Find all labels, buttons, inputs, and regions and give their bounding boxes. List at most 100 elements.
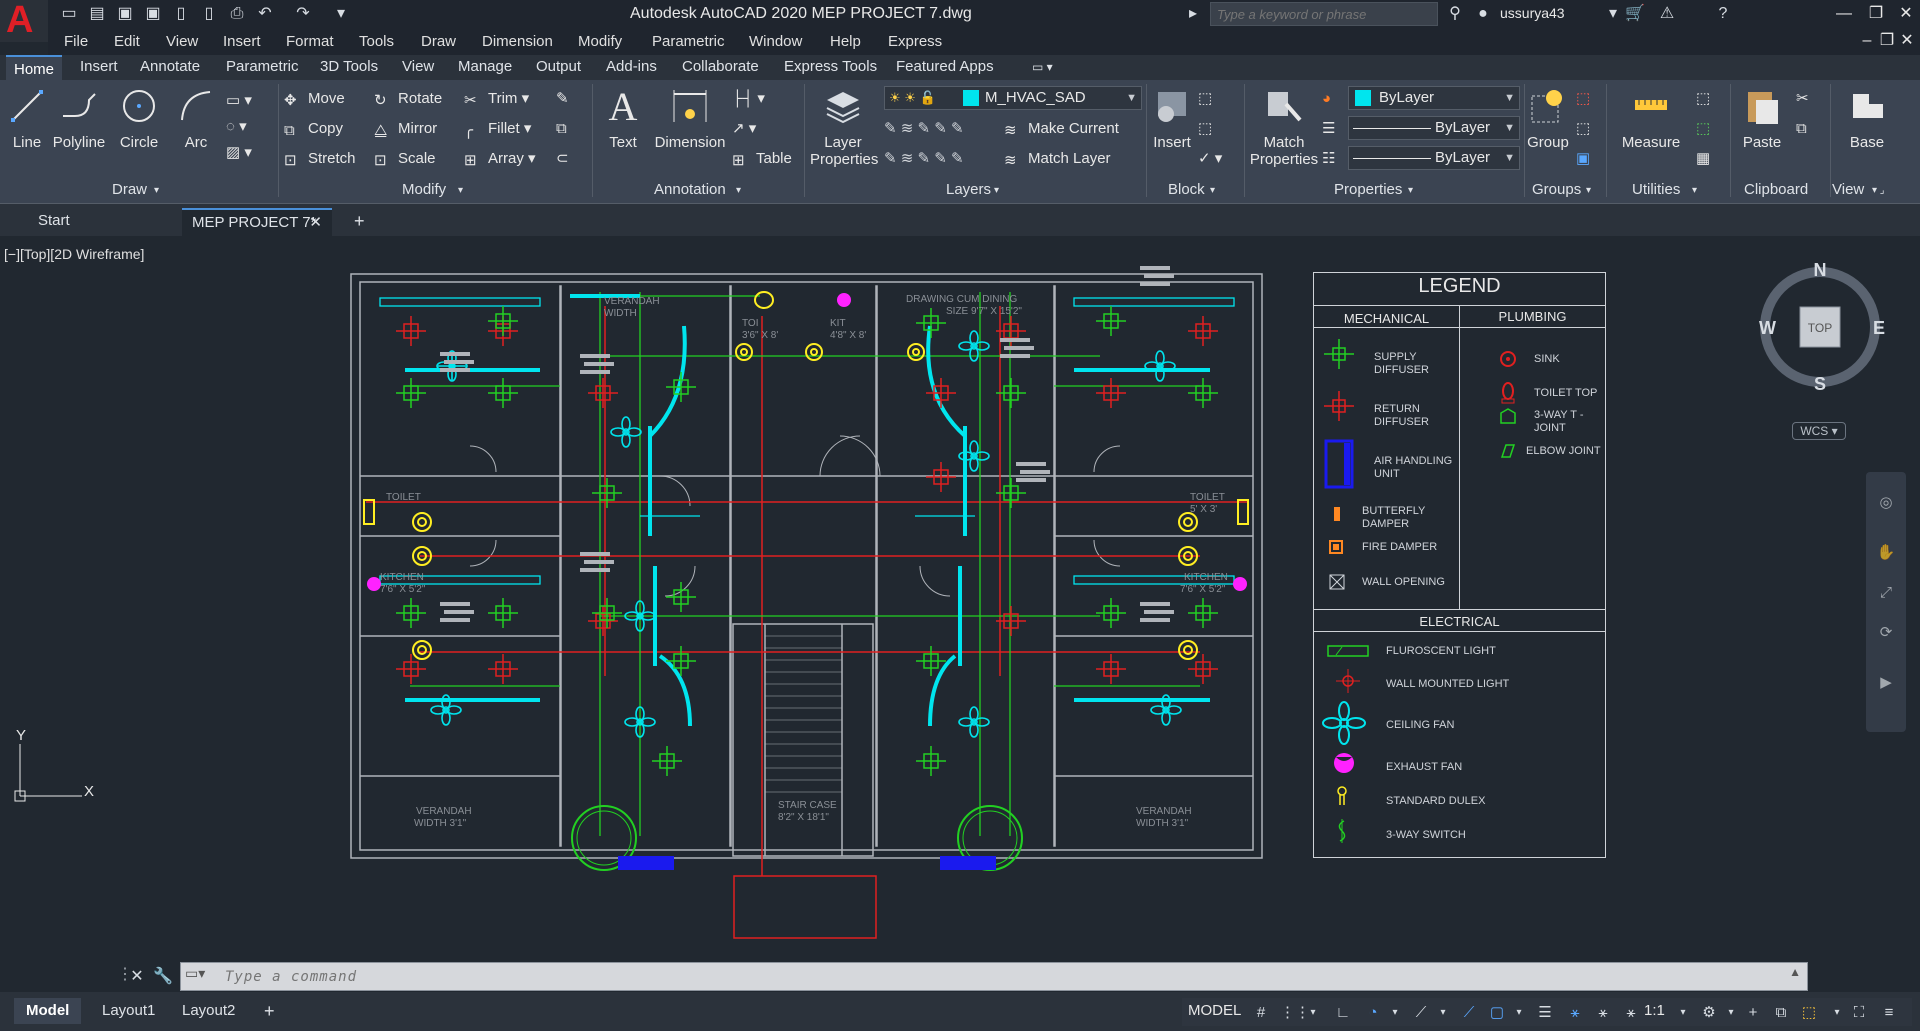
wcs-menu-button[interactable]: WCS ▾	[1792, 422, 1846, 440]
menu-insert[interactable]: Insert	[223, 33, 261, 50]
tab-start[interactable]: Start	[28, 208, 178, 236]
tab-express-tools[interactable]: Express Tools	[784, 58, 877, 75]
menu-tools[interactable]: Tools	[359, 33, 394, 50]
compass-s[interactable]: S	[1814, 374, 1826, 394]
groups-panel-title[interactable]: Groups	[1532, 181, 1581, 198]
ungroup-icon[interactable]: ⬚	[1576, 88, 1590, 110]
gradient-icon[interactable]: ▨ ▾	[226, 142, 252, 164]
make-current-button[interactable]: ≋ Make Current	[1004, 118, 1119, 140]
quick-access-dropdown-icon[interactable]: ▾	[330, 3, 352, 25]
orbit-icon[interactable]: ⟳	[1875, 622, 1897, 644]
layers-panel-title[interactable]: Layers	[946, 181, 991, 198]
customize-dropdown-icon[interactable]: ▾	[1826, 1002, 1848, 1024]
create-block-icon[interactable]: ⬚	[1198, 88, 1212, 110]
base-view-button[interactable]: Base	[1840, 86, 1894, 151]
command-expand-icon[interactable]: ▲	[1789, 965, 1801, 979]
binoculars-icon[interactable]: ⚲	[1444, 3, 1466, 25]
command-input[interactable]	[225, 963, 1725, 990]
lineweight-display-icon[interactable]: ☰	[1534, 1002, 1556, 1024]
isodraft-icon[interactable]: ⟋	[1410, 1002, 1432, 1024]
ortho-icon[interactable]: ∟	[1332, 1002, 1354, 1024]
stretch-button[interactable]: ⊡ Stretch	[284, 148, 356, 170]
view-panel-title[interactable]: View	[1832, 181, 1864, 198]
save-as-icon[interactable]: ▣	[142, 3, 164, 25]
utilities-panel-expand-icon[interactable]: ▾	[1692, 185, 1697, 196]
snap-icon[interactable]: ⋮⋮	[1280, 1002, 1310, 1024]
copy-clip-icon[interactable]: ⧉	[1796, 118, 1807, 140]
scale-dropdown-icon[interactable]: ▾	[1672, 1002, 1694, 1024]
menu-dimension[interactable]: Dimension	[482, 33, 553, 50]
object-snap-icon[interactable]: ▢	[1486, 1002, 1508, 1024]
search-box[interactable]	[1210, 2, 1438, 26]
command-customize-icon[interactable]: 🔧	[152, 966, 174, 988]
clipboard-panel-title[interactable]: Clipboard	[1744, 181, 1808, 198]
pan-icon[interactable]: ✋	[1875, 542, 1897, 564]
help-icon[interactable]: ?	[1712, 3, 1734, 25]
workspace-dropdown-icon[interactable]: ▾	[1720, 1002, 1742, 1024]
zoom-extents-icon[interactable]: ⤢	[1875, 582, 1897, 604]
a360-icon[interactable]: ⚠	[1656, 3, 1678, 25]
measure-button[interactable]: Measure	[1614, 86, 1688, 151]
polar-dropdown-icon[interactable]: ▾	[1384, 1002, 1406, 1024]
block-panel-title[interactable]: Block	[1168, 181, 1205, 198]
properties-panel-expand-icon[interactable]: ▾	[1408, 185, 1413, 196]
new-layout-icon[interactable]: +	[252, 998, 287, 1024]
group-select-icon[interactable]: ▣	[1576, 148, 1590, 170]
undo-icon[interactable]: ↶	[254, 3, 276, 25]
cart-icon[interactable]: 🛒	[1624, 3, 1646, 25]
tab-manage[interactable]: Manage	[458, 58, 512, 75]
redo-icon[interactable]: ↷	[292, 3, 314, 25]
menu-parametric[interactable]: Parametric	[652, 33, 725, 50]
cut-icon[interactable]: ✂	[1796, 88, 1809, 110]
viewcube-top-face[interactable]: TOP	[1808, 321, 1832, 335]
array-button[interactable]: ⊞ Array ▾	[464, 148, 536, 170]
steering-wheel-icon[interactable]: ◎	[1875, 492, 1897, 514]
group-edit-icon[interactable]: ⬚	[1576, 118, 1590, 140]
command-history-icon[interactable]: ▭▾	[185, 965, 205, 982]
doc-close-icon[interactable]: ✕	[1893, 29, 1920, 53]
mirror-button[interactable]: ⧋ Mirror	[374, 118, 437, 140]
new-tab-icon[interactable]: +	[344, 208, 375, 236]
tab-parametric[interactable]: Parametric	[226, 58, 299, 75]
tab-insert[interactable]: Insert	[80, 58, 118, 75]
tab-add-ins[interactable]: Add-ins	[606, 58, 657, 75]
insert-block-button[interactable]: Insert	[1150, 86, 1194, 151]
grid-icon[interactable]: #	[1250, 1002, 1272, 1024]
paste-button[interactable]: Paste	[1738, 86, 1786, 151]
menu-modify[interactable]: Modify	[578, 33, 622, 50]
tab-mep-project-7[interactable]: MEP PROJECT 7* ✕	[182, 208, 332, 236]
menu-help[interactable]: Help	[830, 33, 861, 50]
save-icon[interactable]: ▣	[114, 3, 136, 25]
match-properties-button[interactable]: Match Properties	[1248, 86, 1320, 168]
open-web-icon[interactable]: ▯	[170, 3, 192, 25]
annotation-scale-value[interactable]: 1:1	[1644, 1002, 1665, 1019]
color-wheel-icon[interactable]: ◕	[1322, 88, 1331, 110]
view-panel-expand-icon[interactable]: ▾ ⌟	[1872, 185, 1885, 196]
units-icon[interactable]: ⧉	[1770, 1002, 1792, 1024]
tab-model[interactable]: Model	[14, 998, 82, 1024]
auto-scale-icon[interactable]: ⚹	[1592, 1002, 1614, 1024]
offset-icon[interactable]: ⊂	[556, 148, 569, 170]
annotation-monitor-icon[interactable]: +	[1742, 1002, 1764, 1024]
layers-panel-expand-icon[interactable]: ▾	[994, 185, 999, 196]
search-input[interactable]	[1211, 3, 1437, 25]
tab-featured-apps[interactable]: Featured Apps	[896, 58, 994, 75]
close-icon[interactable]: ✕	[1892, 2, 1920, 26]
menu-draw[interactable]: Draw	[421, 33, 456, 50]
hatch-icon[interactable]: ◌ ▾	[226, 116, 247, 138]
groups-panel-expand-icon[interactable]: ▾	[1586, 185, 1591, 196]
annotation-panel-expand-icon[interactable]: ▾	[736, 185, 741, 196]
calculator-icon[interactable]: ▦	[1696, 148, 1710, 170]
hardware-acceleration-icon[interactable]: ⬚	[1798, 1002, 1820, 1024]
move-button[interactable]: ✥ Move	[284, 88, 345, 110]
draw-panel-title[interactable]: Draw	[112, 181, 147, 198]
text-button[interactable]: A Text	[602, 84, 644, 151]
circle-button[interactable]: Circle	[116, 86, 162, 151]
quick-select-icon[interactable]: ⬚	[1696, 88, 1710, 110]
lineweight-icon[interactable]: ☰	[1322, 118, 1335, 140]
app-menu-button[interactable]: A	[0, 0, 48, 42]
object-snap-tracking-icon[interactable]: ⟋	[1458, 1002, 1480, 1024]
menu-edit[interactable]: Edit	[114, 33, 140, 50]
minimize-icon[interactable]: —	[1830, 2, 1858, 26]
object-snap-dropdown-icon[interactable]: ▾	[1508, 1002, 1530, 1024]
